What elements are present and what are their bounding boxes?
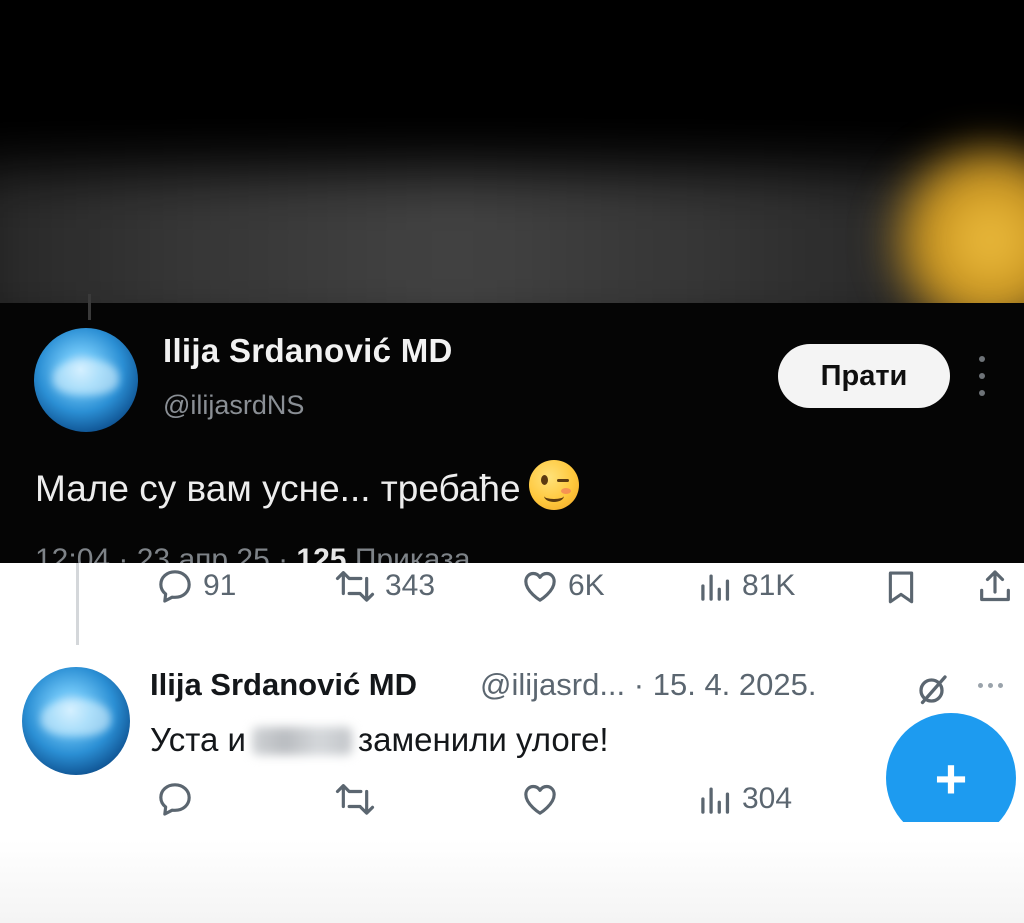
grok-icon[interactable] — [915, 671, 951, 707]
reply-icon — [159, 783, 191, 816]
bookmark-icon — [888, 571, 914, 604]
reply-like-button[interactable] — [520, 779, 560, 819]
analytics-icon — [701, 574, 730, 601]
reply-count: 91 — [203, 569, 237, 602]
follow-button[interactable]: Прати — [778, 344, 950, 408]
heart-icon — [524, 784, 556, 815]
reply-text-after: заменили улоге! — [357, 721, 609, 758]
tweet-text: Мале су вам усне... требаће — [35, 460, 579, 510]
reply-button[interactable]: 91 — [155, 566, 236, 606]
repost-count: 343 — [385, 569, 436, 602]
reply-meta: @ilijasrd... · 15. 4. 2025. — [480, 667, 816, 703]
reply-author-name[interactable]: Ilija Srdanović MD — [150, 667, 417, 703]
blurred-video-backdrop — [0, 0, 1024, 305]
main-tweet-card — [0, 303, 1024, 565]
tweet-text-content: Мале су вам усне... требаће — [35, 468, 521, 509]
share-icon — [980, 570, 1010, 602]
thread-line-top — [88, 294, 91, 320]
reply-reply-button[interactable] — [155, 779, 195, 819]
redacted-word — [251, 727, 352, 755]
author-handle[interactable]: @ilijasrdNS — [163, 390, 304, 421]
reply-date: · 15. 4. 2025. — [633, 667, 817, 702]
backdrop-haze — [0, 170, 1024, 305]
author-name[interactable]: Ilija Srdanović MD — [163, 332, 453, 370]
reply-more-icon[interactable] — [978, 683, 1003, 688]
repost-icon — [335, 571, 375, 602]
reply-text-before: Уста и — [150, 721, 246, 758]
reply-avatar[interactable] — [22, 667, 130, 775]
analytics-icon — [701, 787, 730, 814]
thread-line — [76, 563, 79, 645]
reply-views-count: 304 — [742, 782, 793, 815]
share-button[interactable] — [975, 566, 1015, 608]
reply-views-button[interactable]: 304 — [698, 779, 792, 819]
winking-face-icon — [528, 460, 579, 510]
reply-repost-button[interactable] — [333, 779, 377, 819]
more-options-icon[interactable] — [975, 356, 989, 396]
bookmark-button[interactable] — [883, 566, 919, 608]
like-button[interactable]: 6K — [520, 566, 605, 606]
reply-text: Уста и заменили улоге! — [150, 721, 609, 759]
repost-icon — [335, 784, 375, 815]
views-count: 81K — [742, 569, 796, 602]
views-button[interactable]: 81K — [698, 566, 795, 606]
like-count: 6K — [568, 569, 605, 602]
avatar[interactable] — [34, 328, 138, 432]
bottom-fade — [0, 840, 1024, 923]
reply-icon — [159, 570, 191, 603]
backdrop-light — [880, 140, 1024, 305]
reply-handle[interactable]: @ilijasrd... — [480, 667, 625, 702]
repost-button[interactable]: 343 — [333, 566, 435, 606]
heart-icon — [524, 571, 556, 602]
